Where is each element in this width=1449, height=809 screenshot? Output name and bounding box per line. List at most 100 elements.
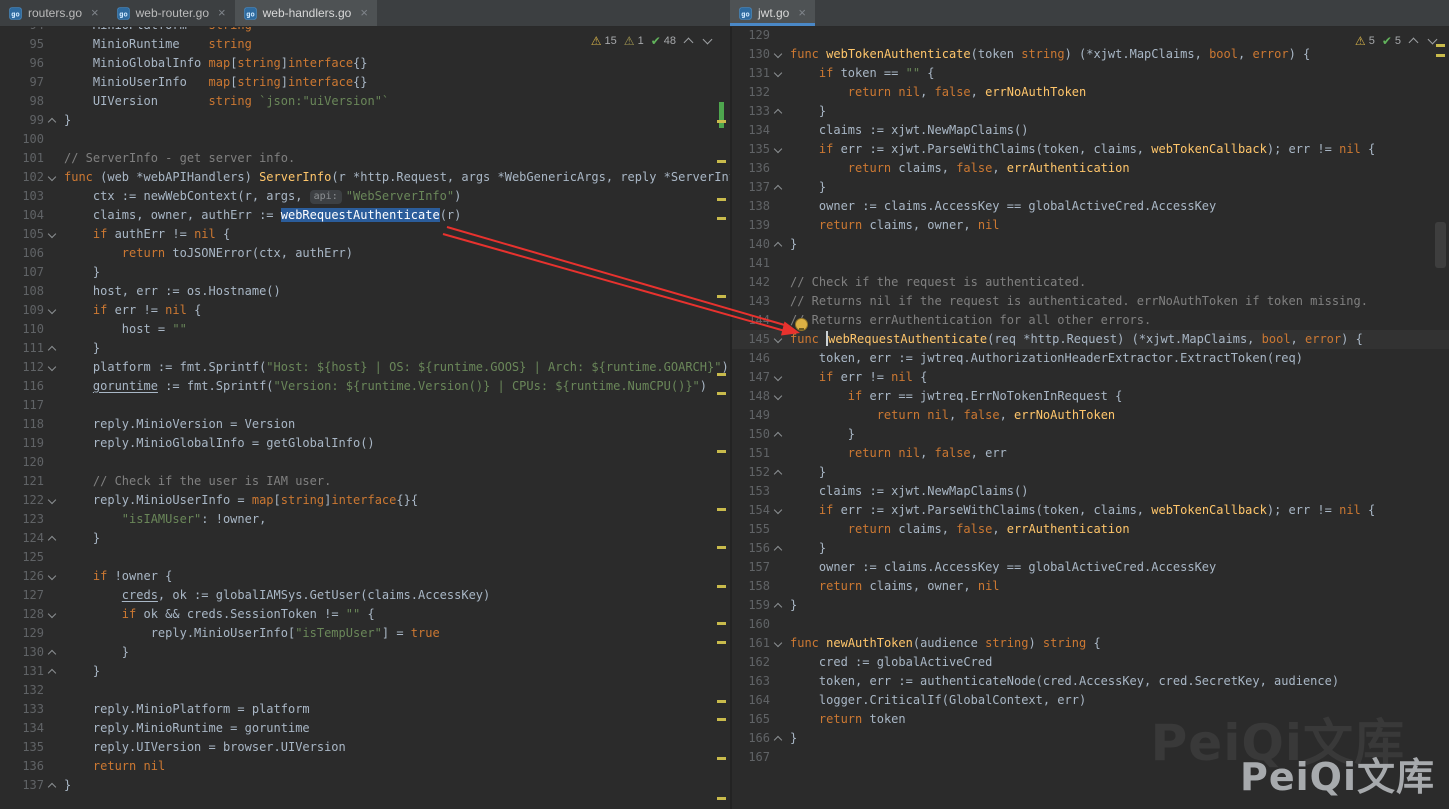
code-text[interactable]: // Returns nil if the request is authent… <box>786 292 1449 311</box>
code-text[interactable]: claims := xjwt.NewMapClaims() <box>786 121 1449 140</box>
code-text[interactable] <box>786 615 1449 634</box>
code-text[interactable]: token, err := authenticateNode(cred.Acce… <box>786 672 1449 691</box>
stripe-warning-mark[interactable] <box>717 160 726 163</box>
tab-routers.go[interactable]: gorouters.go× <box>0 0 108 26</box>
code-text[interactable]: return toJSONError(ctx, authErr) <box>60 244 730 263</box>
code-text[interactable]: claims := xjwt.NewMapClaims() <box>786 482 1449 501</box>
stripe-warning-mark[interactable] <box>717 797 726 800</box>
prev-problem-button[interactable] <box>1408 35 1420 47</box>
tab-jwt.go[interactable]: gojwt.go× <box>730 0 815 26</box>
code-text[interactable]: claims, owner, authErr := webRequestAuth… <box>60 206 730 225</box>
code-text[interactable]: if err := xjwt.ParseWithClaims(token, cl… <box>786 501 1449 520</box>
code-text[interactable]: return claims, owner, nil <box>786 216 1449 235</box>
code-text[interactable]: } <box>786 463 1449 482</box>
fold-toggle-icon[interactable] <box>44 776 60 795</box>
fold-toggle-icon[interactable] <box>770 539 786 558</box>
fold-toggle-icon[interactable] <box>44 567 60 586</box>
code-text[interactable]: if authErr != nil { <box>60 225 730 244</box>
code-text[interactable] <box>786 254 1449 273</box>
stripe-warning-mark[interactable] <box>717 718 726 721</box>
code-text[interactable] <box>786 26 1449 45</box>
code-text[interactable]: if err := xjwt.ParseWithClaims(token, cl… <box>786 140 1449 159</box>
code-text[interactable]: } <box>786 235 1449 254</box>
fold-toggle-icon[interactable] <box>770 425 786 444</box>
tab-close-icon[interactable]: × <box>360 0 368 26</box>
code-text[interactable]: MinioUserInfo map[string]interface{} <box>60 73 730 92</box>
stripe-warning-mark[interactable] <box>717 450 726 453</box>
code-text[interactable]: if token == "" { <box>786 64 1449 83</box>
editor-pane-web-handlers[interactable]: 94 MinioPlatform string95 MinioRuntime s… <box>0 26 730 809</box>
stripe-warning-mark[interactable] <box>717 392 726 395</box>
stripe-warning-mark[interactable] <box>717 198 726 201</box>
stripe-warning-mark[interactable] <box>717 546 726 549</box>
code-text[interactable]: // ServerInfo - get server info. <box>60 149 730 168</box>
stripe-warning-mark[interactable] <box>717 585 726 588</box>
code-text[interactable]: func newAuthToken(audience string) strin… <box>786 634 1449 653</box>
code-text[interactable]: return nil <box>60 757 730 776</box>
scrollbar-thumb[interactable] <box>1435 222 1446 268</box>
code-text[interactable]: ctx := newWebContext(r, args, api:"WebSe… <box>60 187 730 206</box>
stripe-warning-mark[interactable] <box>717 217 726 220</box>
code-text[interactable]: host = "" <box>60 320 730 339</box>
code-text[interactable]: return nil, false, errNoAuthToken <box>786 83 1449 102</box>
tab-web-handlers.go[interactable]: goweb-handlers.go× <box>235 0 377 26</box>
fold-toggle-icon[interactable] <box>44 605 60 624</box>
fold-toggle-icon[interactable] <box>770 235 786 254</box>
code-text[interactable]: UIVersion string `json:"uiVersion"` <box>60 92 730 111</box>
code-text[interactable]: // Check if the request is authenticated… <box>786 273 1449 292</box>
tab-web-router.go[interactable]: goweb-router.go× <box>108 0 235 26</box>
code-text[interactable]: owner := claims.AccessKey == globalActiv… <box>786 197 1449 216</box>
code-text[interactable]: reply.MinioPlatform = platform <box>60 700 730 719</box>
code-text[interactable]: MinioGlobalInfo map[string]interface{} <box>60 54 730 73</box>
fold-toggle-icon[interactable] <box>770 140 786 159</box>
fold-toggle-icon[interactable] <box>44 529 60 548</box>
code-text[interactable]: reply.MinioGlobalInfo = getGlobalInfo() <box>60 434 730 453</box>
fold-toggle-icon[interactable] <box>770 387 786 406</box>
code-text[interactable] <box>60 396 730 415</box>
stripe-warning-mark[interactable] <box>717 120 726 123</box>
code-text[interactable]: } <box>60 111 730 130</box>
code-text[interactable]: if err != nil { <box>60 301 730 320</box>
code-text[interactable]: } <box>60 263 730 282</box>
next-problem-button[interactable] <box>702 35 714 47</box>
code-text[interactable]: } <box>60 776 730 795</box>
code-text[interactable]: return claims, owner, nil <box>786 577 1449 596</box>
code-text[interactable]: return claims, false, errAuthentication <box>786 520 1449 539</box>
code-text[interactable]: func (web *webAPIHandlers) ServerInfo(r … <box>60 168 730 187</box>
code-text[interactable] <box>60 130 730 149</box>
code-text[interactable]: goruntime := fmt.Sprintf("Version: ${run… <box>60 377 730 396</box>
stripe-warning-mark[interactable] <box>1436 54 1445 57</box>
fold-toggle-icon[interactable] <box>44 358 60 377</box>
code-text[interactable]: if err == jwtreq.ErrNoTokenInRequest { <box>786 387 1449 406</box>
code-text[interactable]: host, err := os.Hostname() <box>60 282 730 301</box>
code-text[interactable]: reply.MinioUserInfo["isTempUser"] = true <box>60 624 730 643</box>
tab-close-icon[interactable]: × <box>218 0 226 26</box>
fold-toggle-icon[interactable] <box>44 225 60 244</box>
code-text[interactable]: } <box>60 529 730 548</box>
code-text[interactable]: } <box>786 539 1449 558</box>
stripe-warning-mark[interactable] <box>717 757 726 760</box>
fold-toggle-icon[interactable] <box>44 339 60 358</box>
code-text[interactable]: return nil, false, errNoAuthToken <box>786 406 1449 425</box>
code-text[interactable] <box>60 453 730 472</box>
fold-toggle-icon[interactable] <box>770 634 786 653</box>
tab-close-icon[interactable]: × <box>798 0 806 26</box>
fold-toggle-icon[interactable] <box>44 111 60 130</box>
code-text[interactable]: token, err := jwtreq.AuthorizationHeader… <box>786 349 1449 368</box>
code-text[interactable]: reply.MinioRuntime = goruntime <box>60 719 730 738</box>
intention-bulb-icon[interactable] <box>795 318 808 331</box>
code-text[interactable]: // Check if the user is IAM user. <box>60 472 730 491</box>
fold-toggle-icon[interactable] <box>770 64 786 83</box>
fold-toggle-icon[interactable] <box>770 596 786 615</box>
stripe-warning-mark[interactable] <box>717 508 726 511</box>
stripe-warning-mark[interactable] <box>717 373 726 376</box>
code-text[interactable]: func webTokenAuthenticate(token string) … <box>786 45 1449 64</box>
code-text[interactable]: } <box>786 102 1449 121</box>
stripe-warning-mark[interactable] <box>717 622 726 625</box>
code-text[interactable]: } <box>786 178 1449 197</box>
stripe-change-mark[interactable] <box>719 102 724 128</box>
code-text[interactable]: reply.MinioUserInfo = map[string]interfa… <box>60 491 730 510</box>
fold-toggle-icon[interactable] <box>770 463 786 482</box>
fold-toggle-icon[interactable] <box>770 368 786 387</box>
fold-toggle-icon[interactable] <box>44 662 60 681</box>
